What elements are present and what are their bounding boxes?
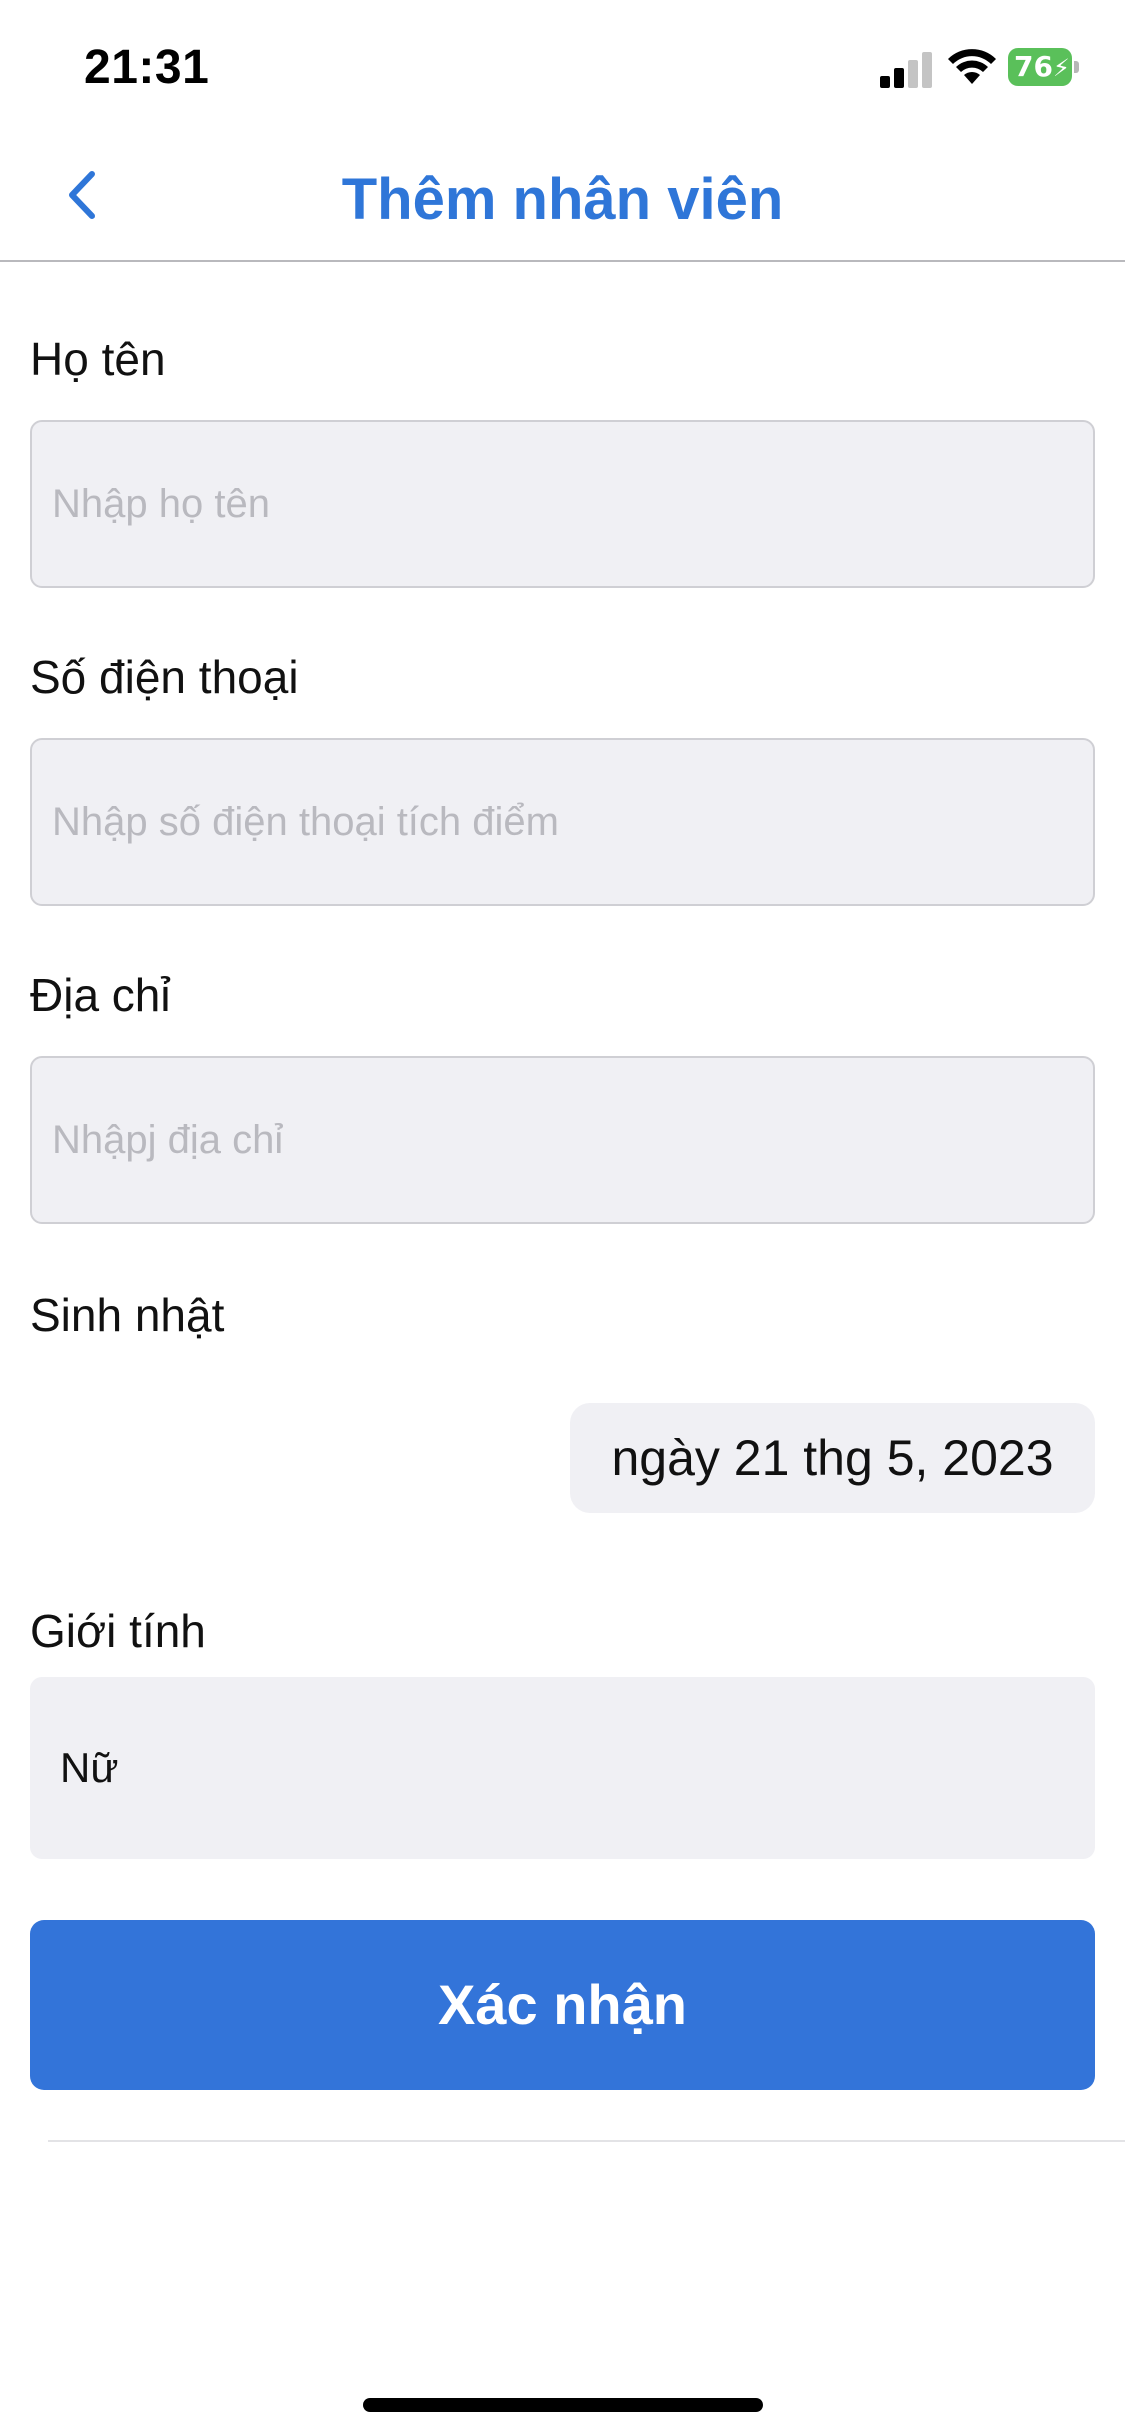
gender-select[interactable]: Nữ — [30, 1677, 1095, 1859]
battery-percent: 76 — [1014, 50, 1053, 83]
birthday-label: Sinh nhật — [30, 1289, 225, 1341]
gender-value: Nữ — [60, 1744, 119, 1791]
name-input[interactable] — [30, 420, 1095, 588]
gender-label: Giới tính — [30, 1605, 206, 1657]
wifi-icon — [948, 49, 996, 84]
status-time: 21:31 — [84, 41, 210, 94]
status-bar: 21:31 76⚡ — [0, 0, 1125, 130]
home-indicator[interactable] — [363, 2398, 763, 2412]
battery-charging-icon: 76⚡ — [1008, 48, 1079, 86]
confirm-button[interactable]: Xác nhận — [30, 1920, 1095, 2090]
address-label: Địa chỉ — [30, 969, 171, 1021]
page-title: Thêm nhân viên — [341, 167, 784, 232]
phone-label: Số điện thoại — [30, 651, 299, 703]
birthday-date-picker[interactable]: ngày 21 thg 5, 2023 — [570, 1403, 1095, 1513]
cellular-signal-icon — [880, 50, 934, 88]
nav-bar: Thêm nhân viên — [0, 130, 1125, 262]
address-input[interactable] — [30, 1056, 1095, 1224]
divider — [48, 2140, 1125, 2142]
phone-input[interactable] — [30, 738, 1095, 906]
name-label: Họ tên — [30, 333, 166, 385]
